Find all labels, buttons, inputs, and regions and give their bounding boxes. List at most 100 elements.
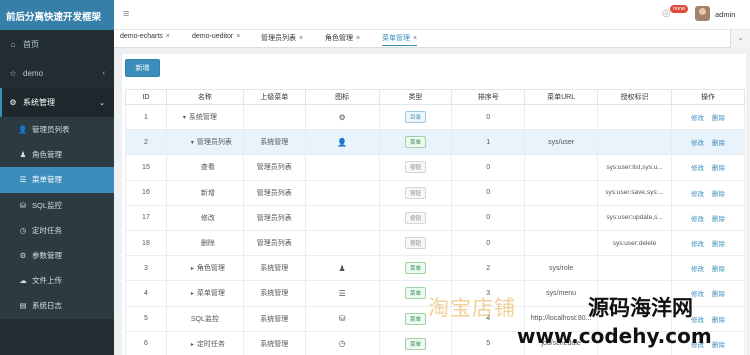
sidebar-toggle-icon[interactable]: ≡ bbox=[123, 8, 129, 20]
submenu-item[interactable]: ◷ 定时任务 bbox=[0, 218, 114, 243]
cell-perm: sys:user:update,s... bbox=[597, 204, 673, 231]
cell-actions: 修改 删除 bbox=[671, 280, 745, 307]
table-row[interactable]: 17 修改 管理员列表 按钮 0 sys:user:update,s... 修改 删除 bbox=[125, 204, 745, 231]
submenu-item[interactable]: ☁ 文件上传 bbox=[0, 268, 114, 293]
cell-sort: 0 bbox=[451, 229, 526, 257]
avatar[interactable] bbox=[695, 6, 710, 21]
close-icon[interactable]: × bbox=[236, 33, 240, 40]
username[interactable]: admin bbox=[715, 10, 735, 19]
edit-link[interactable]: 修改 bbox=[691, 191, 704, 198]
delete-link[interactable]: 删除 bbox=[712, 342, 725, 349]
delete-link[interactable]: 删除 bbox=[712, 291, 725, 298]
close-icon[interactable]: × bbox=[299, 35, 303, 42]
delete-link[interactable]: 删除 bbox=[712, 241, 725, 248]
cell-id: 16 bbox=[125, 179, 167, 206]
menu-panel: 新增 ID 名称 上级菜单 图标 类型 排序号 菜单URL 授权标识 操作 1 ▾ 系统管理 ⚙ 目录 0… bbox=[122, 54, 746, 355]
delete-link[interactable]: 删除 bbox=[712, 165, 725, 172]
edit-link[interactable]: 修改 bbox=[691, 165, 704, 172]
tab-label: demo-ueditor bbox=[192, 33, 234, 40]
delete-link[interactable]: 删除 bbox=[712, 191, 725, 198]
cell-id: 2 bbox=[125, 129, 167, 156]
edit-link[interactable]: 修改 bbox=[691, 342, 704, 349]
submenu-item[interactable]: ☰ 菜单管理 bbox=[0, 167, 114, 193]
list-icon: ☰ bbox=[19, 175, 27, 185]
table-row[interactable]: 15 查看 管理员列表 按钮 0 sys:user:list,sys:u... 修改 删除 bbox=[125, 154, 745, 181]
tabs-dropdown-icon[interactable]: ⌄ bbox=[730, 30, 750, 48]
delete-link[interactable]: 删除 bbox=[712, 317, 725, 324]
tree-toggle-icon[interactable]: ▸ bbox=[191, 266, 194, 272]
cell-url: sys/menu bbox=[524, 280, 599, 307]
main-content: 新增 ID 名称 上级菜单 图标 类型 排序号 菜单URL 授权标识 操作 1 ▾ 系统管理 ⚙ 目录 0… bbox=[114, 48, 750, 355]
cell-name-text: SQL监控 bbox=[190, 315, 219, 323]
table-row[interactable]: 16 新增 管理员列表 按钮 0 sys:user:save,sys:... 修改 删除 bbox=[125, 179, 745, 206]
cell-name: ▸ 菜单管理 bbox=[165, 280, 244, 307]
tab-item[interactable]: 角色管理 × bbox=[325, 33, 360, 43]
table-row[interactable]: 1 ▾ 系统管理 ⚙ 目录 0 修改 删除 bbox=[125, 103, 745, 131]
cell-sort: 0 bbox=[451, 154, 526, 181]
column-header: 菜单URL bbox=[524, 89, 599, 105]
delete-link[interactable]: 删除 bbox=[712, 140, 725, 147]
submenu-item[interactable]: ⛁ SQL监控 bbox=[0, 193, 114, 218]
submenu-item[interactable]: ⚙ 参数管理 bbox=[0, 243, 114, 268]
table-row[interactable]: 4 ▸ 菜单管理 系统管理 ☰ 菜单 3 sys/menu 修改 删除 bbox=[125, 280, 745, 307]
delete-link[interactable]: 删除 bbox=[712, 266, 725, 273]
table-row[interactable]: 18 删除 管理员列表 按钮 0 sys:user:delete 修改 删除 bbox=[125, 229, 745, 257]
sidebar-item-system[interactable]: ⚙ 系统管理 ⌄ bbox=[0, 88, 114, 117]
table-row[interactable]: 6 ▸ 定时任务 系统管理 ◷ 菜单 5 job/schedule 修改 删除 bbox=[125, 330, 745, 355]
notification-badge: none bbox=[670, 5, 689, 13]
table-row[interactable]: 2 ▾ 管理员列表 系统管理 👤 菜单 1 sys/user 修改 删除 bbox=[125, 129, 745, 156]
close-icon[interactable]: × bbox=[413, 35, 417, 42]
sidebar-item-home[interactable]: ⌂ 首页 bbox=[0, 30, 114, 59]
tree-toggle-icon[interactable]: ▾ bbox=[191, 140, 194, 146]
cell-url bbox=[524, 179, 599, 206]
close-icon[interactable]: × bbox=[356, 35, 360, 42]
add-button[interactable]: 新增 bbox=[125, 59, 160, 77]
top-header: ≡ ◎ none admin bbox=[114, 0, 750, 30]
menu-icon: ◷ bbox=[338, 339, 346, 349]
cell-type: 菜单 bbox=[378, 280, 453, 307]
cell-name-text: 修改 bbox=[200, 214, 215, 222]
tree-toggle-icon[interactable]: ▸ bbox=[191, 291, 194, 297]
tree-toggle-icon[interactable]: ▸ bbox=[191, 342, 194, 348]
tab-item[interactable]: demo-ueditor × bbox=[192, 33, 240, 40]
table-row[interactable]: 3 ▸ 角色管理 系统管理 ♟ 菜单 2 sys/role 修改 删除 bbox=[125, 255, 745, 282]
table-header: ID 名称 上级菜单 图标 类型 排序号 菜单URL 授权标识 操作 bbox=[125, 89, 745, 105]
type-badge: 菜单 bbox=[404, 337, 426, 350]
close-icon[interactable]: × bbox=[166, 33, 170, 40]
type-badge: 按钮 bbox=[404, 161, 426, 174]
cell-name: ▾ 管理员列表 bbox=[165, 129, 244, 156]
cell-parent: 系统管理 bbox=[242, 280, 306, 307]
tab-item[interactable]: 管理员列表 × bbox=[261, 33, 303, 43]
cell-name-text: 定时任务 bbox=[196, 340, 225, 348]
tree-toggle-icon[interactable]: ▾ bbox=[183, 115, 186, 121]
edit-link[interactable]: 修改 bbox=[691, 266, 704, 273]
cell-url: sys/user bbox=[524, 129, 599, 156]
file-icon: ▤ bbox=[19, 301, 27, 311]
cell-icon: ⚙ bbox=[304, 103, 380, 131]
submenu-item[interactable]: ♟ 角色管理 bbox=[0, 142, 114, 167]
tab-item[interactable]: 菜单管理 × bbox=[382, 33, 418, 46]
cell-actions: 修改 删除 bbox=[671, 154, 745, 181]
column-header: 授权标识 bbox=[597, 89, 673, 105]
edit-link[interactable]: 修改 bbox=[691, 216, 704, 223]
sidebar-item-label: 系统管理 bbox=[23, 98, 55, 107]
delete-link[interactable]: 删除 bbox=[712, 115, 725, 122]
edit-link[interactable]: 修改 bbox=[691, 241, 704, 248]
cell-name: 查看 bbox=[165, 154, 244, 181]
edit-link[interactable]: 修改 bbox=[691, 317, 704, 324]
menu-icon: ⚙ bbox=[338, 112, 346, 122]
cell-name: 修改 bbox=[165, 204, 244, 231]
cell-actions: 修改 删除 bbox=[671, 179, 745, 206]
edit-link[interactable]: 修改 bbox=[691, 291, 704, 298]
submenu-item[interactable]: 👤 管理员列表 bbox=[0, 117, 114, 142]
delete-link[interactable]: 删除 bbox=[712, 216, 725, 223]
tab-label: 管理员列表 bbox=[261, 35, 296, 42]
table-row[interactable]: 5 SQL监控 系统管理 ⛁ 菜单 4 http://localhost:80... 修改 删除 bbox=[125, 305, 745, 332]
submenu-item[interactable]: ▤ 系统日志 bbox=[0, 293, 114, 318]
tab-item[interactable]: demo-echarts × bbox=[120, 33, 170, 40]
cell-perm bbox=[597, 280, 673, 307]
sidebar-item-demo[interactable]: ☆ demo ‹ bbox=[0, 59, 114, 88]
edit-link[interactable]: 修改 bbox=[691, 140, 704, 147]
cell-url bbox=[524, 229, 599, 257]
edit-link[interactable]: 修改 bbox=[691, 115, 704, 122]
